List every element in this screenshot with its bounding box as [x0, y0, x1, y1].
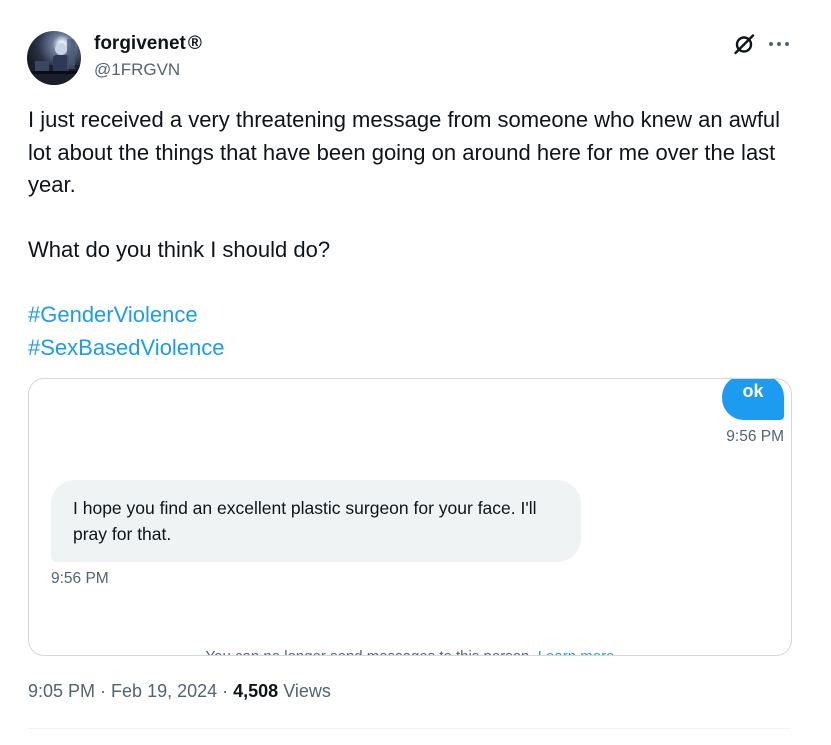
- incoming-message-text: I hope you find an excellent plastic sur…: [73, 498, 537, 544]
- meta-separator: ·: [217, 681, 234, 701]
- incoming-message-bubble: I hope you find an excellent plastic sur…: [51, 480, 581, 562]
- header-actions: [732, 32, 790, 56]
- outgoing-message-text: ok: [742, 381, 764, 401]
- author-handle[interactable]: @1FRGVN: [94, 60, 180, 80]
- tweet-paragraph-1: I just received a very threatening messa…: [28, 107, 781, 197]
- hashtag-link[interactable]: #SexBasedViolence: [28, 332, 788, 365]
- tweet-meta: 9:05 PM · Feb 19, 2024 · 4,508 Views: [28, 681, 331, 702]
- incoming-message-time: 9:56 PM: [51, 570, 109, 587]
- attached-image[interactable]: ok 9:56 PM I hope you find an excellent …: [28, 378, 792, 656]
- outgoing-message-time: 9:56 PM: [726, 428, 784, 445]
- tweet-date[interactable]: Feb 19, 2024: [111, 681, 217, 701]
- tweet-paragraph-2: What do you think I should do?: [28, 237, 331, 262]
- registered-mark: ®: [187, 33, 202, 54]
- more-options-icon[interactable]: [768, 33, 790, 55]
- divider: [28, 728, 791, 729]
- author-display-name[interactable]: forgivenet: [94, 33, 186, 55]
- avatar-image: [27, 39, 81, 85]
- hashtag-link[interactable]: #GenderViolence: [28, 299, 788, 332]
- outgoing-message-bubble: ok: [722, 379, 784, 420]
- avatar[interactable]: [27, 31, 81, 85]
- blocked-notice-text: You can no longer send messages to this …: [206, 648, 534, 655]
- learn-more-link: Learn more: [538, 648, 615, 655]
- tweet-timestamp[interactable]: 9:05 PM: [28, 681, 95, 701]
- tweet-text: I just received a very threatening messa…: [28, 104, 788, 364]
- grok-icon[interactable]: [732, 32, 756, 56]
- tweet: forgivenet ® @1FRGVN I just received a v…: [0, 0, 831, 745]
- views-label: Views: [283, 681, 331, 701]
- views-count: 4,508: [233, 681, 279, 701]
- meta-separator: ·: [95, 681, 112, 701]
- blocked-notice: You can no longer send messages to this …: [29, 648, 791, 655]
- author-name-row[interactable]: forgivenet ®: [94, 33, 202, 55]
